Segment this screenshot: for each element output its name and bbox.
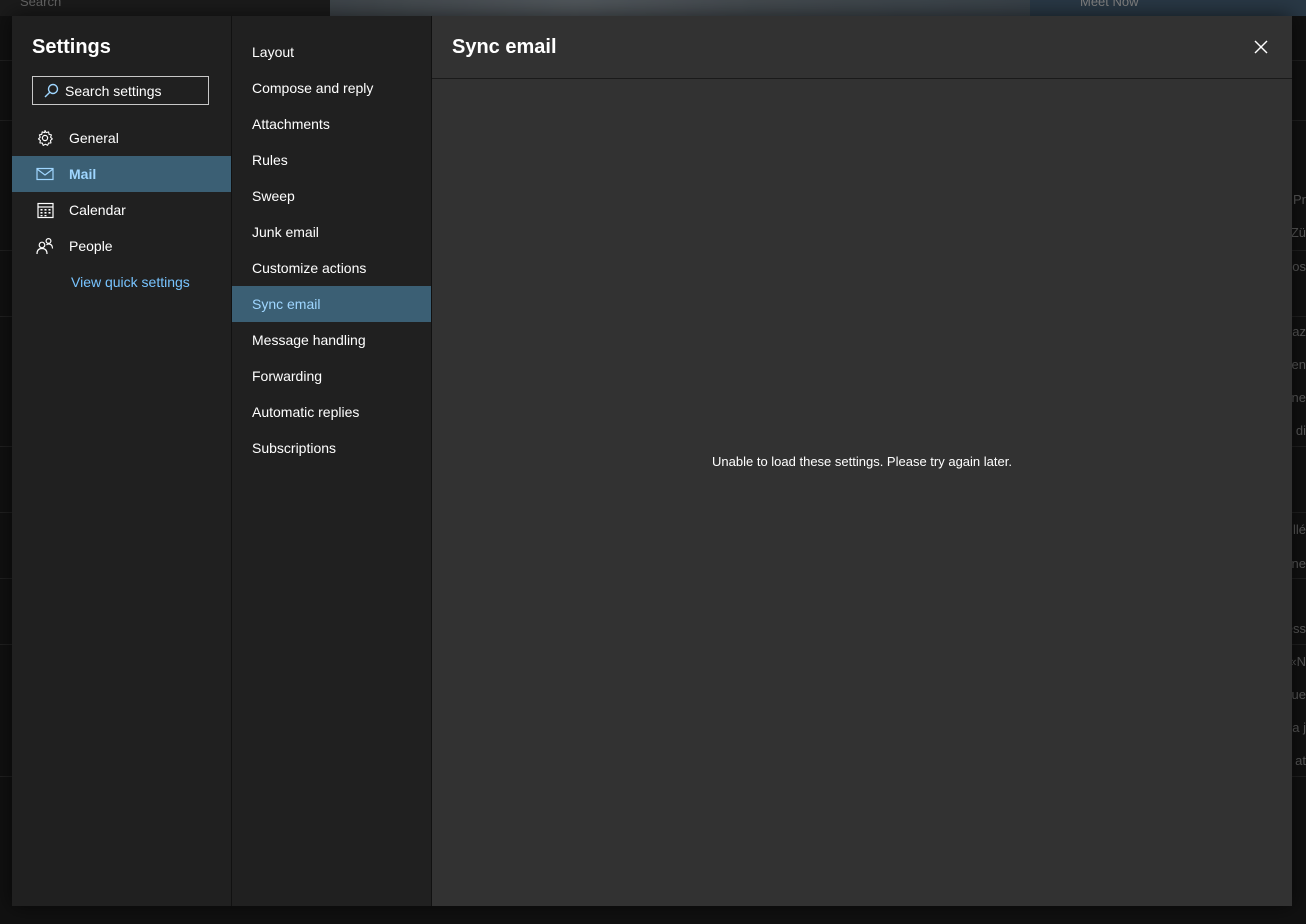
search-settings-placeholder: Search settings [65,82,162,99]
view-quick-settings-link[interactable]: View quick settings [71,274,190,290]
nav-item-mail[interactable]: Mail [12,156,231,192]
submenu-item-sync-email[interactable]: Sync email [232,286,431,322]
submenu-item-attachments[interactable]: Attachments [232,106,431,142]
page-title: Sync email [452,36,557,58]
submenu-item-message-handling[interactable]: Message handling [232,322,431,358]
nav-item-calendar[interactable]: Calendar [12,192,231,228]
settings-content-pane: Sync email Unable to load these settings… [432,16,1292,906]
submenu-item-sweep[interactable]: Sweep [232,178,431,214]
nav-item-label: People [69,238,113,254]
submenu-item-automatic-replies[interactable]: Automatic replies [232,394,431,430]
nav-item-label: General [69,130,119,146]
nav-item-label: Calendar [69,202,126,218]
close-icon [1254,40,1268,54]
submenu-item-rules[interactable]: Rules [232,142,431,178]
settings-title: Settings [32,36,111,58]
submenu-item-forwarding[interactable]: Forwarding [232,358,431,394]
submenu-item-layout[interactable]: Layout [232,34,431,70]
nav-item-label: Mail [69,166,97,182]
error-message: Unable to load these settings. Please tr… [712,454,1012,469]
mail-icon [36,165,54,183]
search-settings-input[interactable]: Search settings [32,76,209,105]
search-icon [44,83,59,97]
people-icon [36,237,54,255]
close-button[interactable] [1252,38,1270,56]
settings-dialog: Settings Search settings General Mail Ca… [12,16,1292,906]
mail-settings-submenu: Layout Compose and reply Attachments Rul… [232,16,432,906]
nav-item-people[interactable]: People [12,228,231,264]
gear-icon [36,129,54,147]
submenu-item-subscriptions[interactable]: Subscriptions [232,430,431,466]
content-header: Sync email [432,16,1292,79]
submenu-item-compose-and-reply[interactable]: Compose and reply [232,70,431,106]
nav-item-general[interactable]: General [12,120,231,156]
calendar-icon [36,201,54,219]
settings-category-panel: Settings Search settings General Mail Ca… [12,16,232,906]
submenu-item-junk-email[interactable]: Junk email [232,214,431,250]
submenu-item-customize-actions[interactable]: Customize actions [232,250,431,286]
